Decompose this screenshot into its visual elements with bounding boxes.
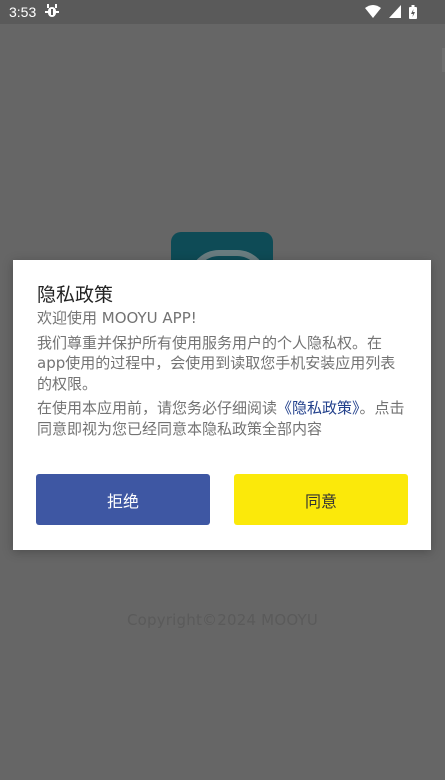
welcome-line: 欢迎使用 MOOYU APP!	[37, 309, 197, 327]
dialog-title: 隐私政策	[37, 284, 114, 306]
privacy-policy-link[interactable]: 《隐私政策》	[277, 399, 360, 417]
privacy-statement: 我们尊重并保护所有使用服务用户的个人隐私权。在app使用的过程中，会使用到读取您…	[37, 333, 396, 393]
privacy-dialog: 隐私政策 欢迎使用 MOOYU APP! 我们尊重并保护所有使用服务用户的个人隐…	[13, 260, 431, 550]
read-policy-prefix: 在使用本应用前，请您务必仔细阅读	[37, 399, 278, 417]
dialog-body: 欢迎使用 MOOYU APP! 我们尊重并保护所有使用服务用户的个人隐私权。在a…	[37, 308, 409, 439]
wifi-icon	[365, 5, 382, 18]
status-icons	[361, 5, 417, 19]
bug-icon	[45, 3, 59, 19]
status-bar: 3:53	[0, 0, 445, 24]
copyright-text: Copyright©2024 MOOYU	[126, 611, 319, 629]
agree-button[interactable]: 同意	[234, 474, 408, 525]
read-policy-paragraph: 在使用本应用前，请您务必仔细阅读《隐私政策》。点击同意即视为您已经同意本隐私政策…	[37, 398, 409, 439]
signal-icon	[389, 5, 402, 18]
reject-button[interactable]: 拒绝	[36, 474, 210, 525]
status-time: 3:53	[9, 4, 37, 20]
battery-charging-icon	[409, 5, 417, 19]
